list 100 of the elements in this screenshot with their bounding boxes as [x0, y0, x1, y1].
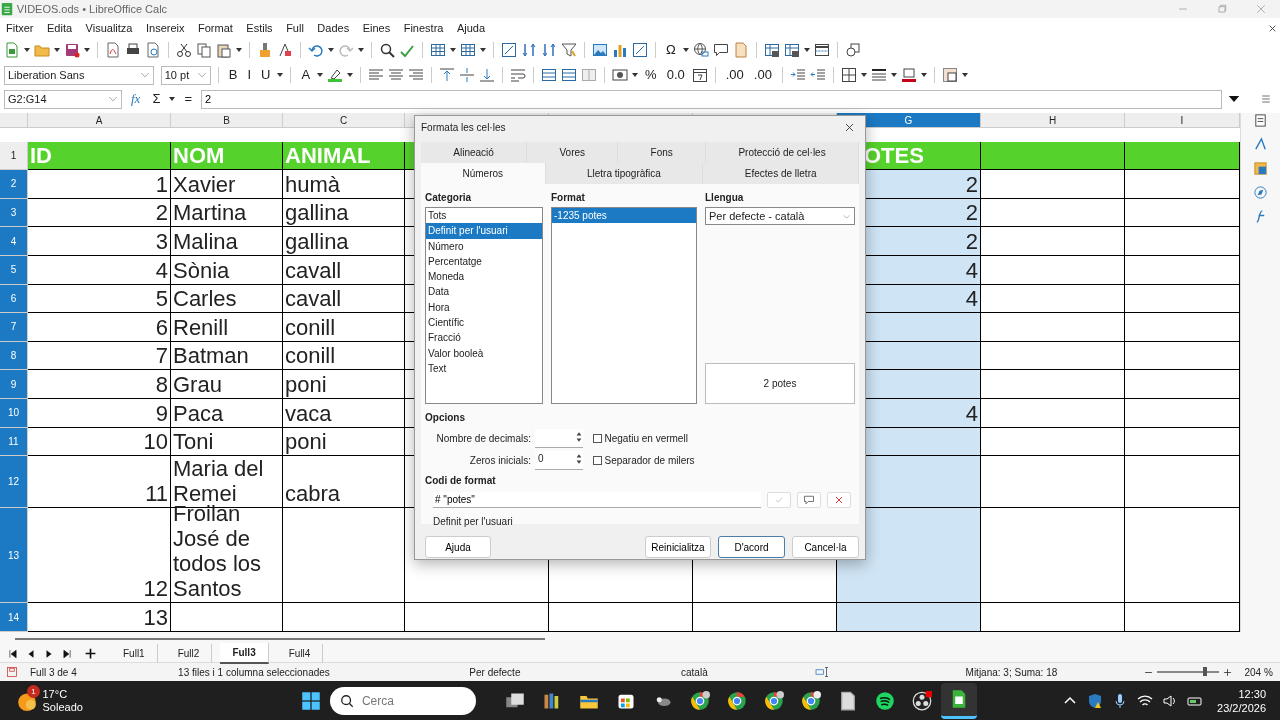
menu-item[interactable]: Format: [198, 19, 233, 37]
menu-item[interactable]: Eines: [362, 19, 391, 37]
windows-start-icon[interactable]: [300, 690, 321, 711]
paste-icon[interactable]: [216, 42, 232, 58]
save-status-icon[interactable]: [6, 666, 18, 678]
function-wizard-button[interactable]: fx: [128, 91, 144, 107]
name-box[interactable]: G2:G14: [4, 89, 122, 109]
sum-button[interactable]: Σ: [149, 91, 164, 107]
caret-icon[interactable]: [328, 48, 334, 52]
chart-icon[interactable]: [612, 42, 628, 58]
borders-icon[interactable]: [840, 67, 857, 83]
menu-item[interactable]: Finestra: [403, 19, 444, 37]
caret-icon[interactable]: [317, 73, 324, 77]
image-icon[interactable]: [592, 42, 608, 58]
caret-icon[interactable]: [54, 48, 60, 52]
dialog-tab[interactable]: Efectes de lletra: [703, 163, 859, 184]
copy-icon[interactable]: [196, 42, 212, 58]
menu-item[interactable]: Full: [286, 19, 304, 37]
row-header[interactable]: 12: [0, 456, 28, 509]
zoom-in-icon[interactable]: [1223, 667, 1233, 677]
align-top-icon[interactable]: [439, 67, 456, 83]
music-app-icon[interactable]: [874, 690, 895, 711]
row-header[interactable]: 2: [0, 170, 28, 199]
align-center-icon[interactable]: [388, 67, 405, 83]
row-header[interactable]: 11: [0, 427, 28, 457]
column-header[interactable]: B: [171, 113, 283, 128]
dialog-button[interactable]: D'acord: [718, 536, 785, 558]
caret-icon[interactable]: [803, 48, 810, 52]
border-style-icon[interactable]: [870, 67, 887, 83]
formula-button[interactable]: =: [181, 91, 196, 107]
table-row-icon[interactable]: [430, 42, 446, 58]
styles-icon[interactable]: [1253, 137, 1268, 152]
print-preview-icon[interactable]: [145, 42, 161, 58]
checkmark-icon[interactable]: [773, 494, 785, 506]
column-header[interactable]: I: [1125, 113, 1240, 128]
properties-icon[interactable]: [1253, 113, 1268, 128]
list-item[interactable]: Data: [426, 284, 542, 300]
decrease-indent-icon[interactable]: [809, 67, 826, 83]
highlighting-color-icon[interactable]: [327, 67, 344, 83]
navigator-icon[interactable]: [1253, 185, 1268, 200]
conditional-format-icon[interactable]: [941, 67, 958, 83]
font-name-field[interactable]: Liberation Sans: [4, 65, 154, 85]
underline-button[interactable]: U: [258, 67, 274, 83]
menu-item[interactable]: Fitxer: [6, 19, 34, 37]
first-sheet-icon[interactable]: [8, 648, 18, 659]
list-item[interactable]: Hora: [426, 299, 542, 316]
row-header[interactable]: 8: [0, 341, 28, 371]
gallery-icon[interactable]: [1253, 161, 1268, 176]
list-item[interactable]: Fracció: [426, 330, 542, 346]
slider-thumb[interactable]: [1203, 667, 1208, 676]
delete-decimal-button[interactable]: .00: [750, 67, 775, 83]
caret-icon[interactable]: [480, 48, 486, 52]
dialog-tab[interactable]: Números: [421, 163, 546, 184]
number-format-button[interactable]: 0.0: [663, 67, 688, 83]
last-sheet-icon[interactable]: [62, 648, 72, 659]
new-spreadsheet-icon[interactable]: [4, 42, 20, 58]
row-header[interactable]: 14: [0, 603, 28, 632]
dialog-tab[interactable]: Alineació: [421, 142, 528, 163]
add-sheet-icon[interactable]: [84, 647, 97, 660]
menu-item[interactable]: Visualitza: [85, 19, 133, 37]
border-color-icon[interactable]: [900, 67, 917, 83]
currency-format-icon[interactable]: [612, 67, 629, 83]
spin-field[interactable]: 0: [535, 451, 583, 470]
special-character-button[interactable]: Ω: [663, 42, 679, 58]
formula-input[interactable]: 2: [201, 89, 1222, 109]
paintbrush-icon[interactable]: [257, 42, 273, 58]
caret-icon[interactable]: [682, 48, 689, 52]
list-item[interactable]: Número: [426, 238, 542, 254]
wrap-text-icon[interactable]: [510, 67, 527, 83]
list-item[interactable]: Moneda: [426, 269, 542, 285]
list-item[interactable]: -1235 potes: [552, 208, 696, 224]
recorder-icon[interactable]: [911, 690, 932, 711]
caret-icon[interactable]: [450, 48, 456, 52]
search-icon[interactable]: [339, 693, 354, 708]
row-header[interactable]: 10: [0, 398, 28, 428]
align-middle-icon[interactable]: [459, 67, 476, 83]
sort-descending-icon[interactable]: [541, 42, 557, 58]
align-right-icon[interactable]: [408, 67, 425, 83]
next-sheet-icon[interactable]: [44, 648, 54, 659]
menu-item[interactable]: Ajuda: [456, 19, 486, 37]
row-header[interactable]: 6: [0, 284, 28, 314]
row-header[interactable]: 1: [0, 141, 28, 171]
caret-icon[interactable]: [24, 48, 30, 52]
comment-icon[interactable]: [712, 42, 729, 58]
dialog-tab[interactable]: Lletra tipogràfica: [545, 163, 704, 184]
list-item[interactable]: Tots: [426, 208, 542, 224]
find-replace-icon[interactable]: [379, 42, 395, 58]
menu-item[interactable]: Edita: [47, 19, 73, 37]
comment-icon[interactable]: [803, 494, 815, 506]
close-icon[interactable]: [844, 121, 855, 133]
merge-center-icon[interactable]: [541, 67, 558, 83]
delete-icon[interactable]: [833, 494, 845, 506]
browser-icon[interactable]: [689, 690, 710, 711]
dialog-tab[interactable]: Vores: [527, 142, 619, 163]
menu-item[interactable]: Insereix: [145, 19, 185, 37]
cut-icon[interactable]: [176, 42, 192, 58]
caret-icon[interactable]: [347, 73, 354, 77]
row-header[interactable]: 4: [0, 227, 28, 256]
undo-icon[interactable]: [308, 42, 324, 58]
browser-icon[interactable]: [726, 690, 747, 711]
